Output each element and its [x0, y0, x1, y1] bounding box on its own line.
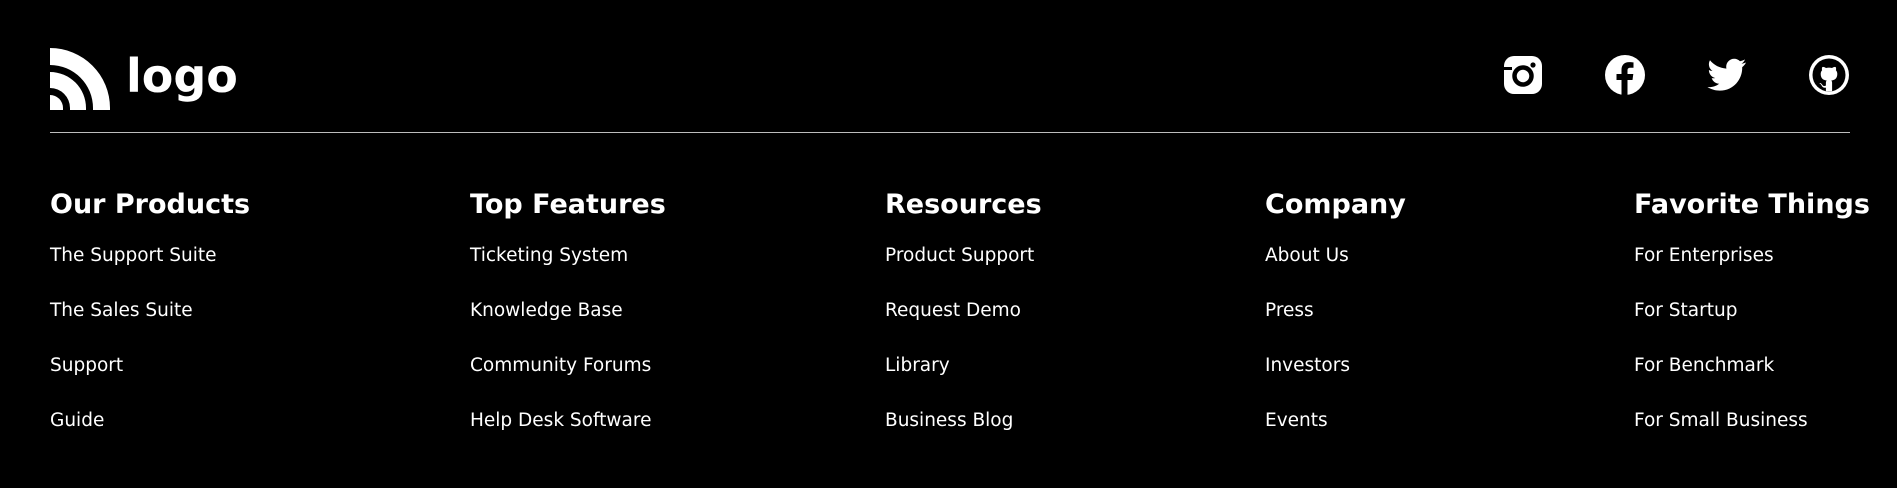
footer-link[interactable]: Support: [50, 355, 123, 376]
footer-link[interactable]: Product Support: [885, 245, 1034, 266]
link-list: The Support Suite The Sales Suite Suppor…: [50, 243, 250, 463]
link-list: Ticketing System Knowledge Base Communit…: [470, 243, 666, 463]
list-item: Help Desk Software: [470, 408, 666, 463]
column-our-products: Our Products The Support Suite The Sales…: [50, 186, 250, 463]
list-item: Support: [50, 353, 250, 408]
github-link[interactable]: [1808, 54, 1850, 96]
footer-link[interactable]: For Startup: [1634, 300, 1737, 321]
column-company: Company About Us Press Investors Events: [1265, 186, 1406, 463]
list-item: For Benchmark: [1634, 353, 1870, 408]
footer-link[interactable]: Events: [1265, 410, 1328, 431]
footer-link[interactable]: Request Demo: [885, 300, 1021, 321]
list-item: Knowledge Base: [470, 298, 666, 353]
site-footer: logo Our Products The Support Suite The …: [0, 0, 1897, 488]
list-item: For Startup: [1634, 298, 1870, 353]
column-title: Top Features: [470, 189, 666, 220]
column-top-features: Top Features Ticketing System Knowledge …: [470, 186, 666, 463]
link-list: About Us Press Investors Events: [1265, 243, 1406, 463]
list-item: Business Blog: [885, 408, 1042, 463]
footer-link[interactable]: For Enterprises: [1634, 245, 1774, 266]
twitter-link[interactable]: [1706, 54, 1748, 96]
logo-link[interactable]: logo: [50, 48, 238, 110]
logo-text: logo: [126, 49, 238, 103]
list-item: Library: [885, 353, 1042, 408]
column-title: Our Products: [50, 189, 251, 220]
list-item: Events: [1265, 408, 1406, 463]
footer-divider: [50, 132, 1850, 133]
column-favorite-things: Favorite Things For Enterprises For Star…: [1634, 186, 1870, 463]
footer-link[interactable]: The Support Suite: [50, 245, 217, 266]
link-list: Product Support Request Demo Library Bus…: [885, 243, 1042, 463]
footer-link[interactable]: Community Forums: [470, 355, 651, 376]
footer-link[interactable]: Investors: [1265, 355, 1350, 376]
footer-link[interactable]: For Benchmark: [1634, 355, 1774, 376]
footer-link[interactable]: Knowledge Base: [470, 300, 623, 321]
list-item: The Support Suite: [50, 243, 250, 298]
footer-link[interactable]: The Sales Suite: [50, 300, 193, 321]
footer-link[interactable]: About Us: [1265, 245, 1349, 266]
facebook-link[interactable]: [1604, 54, 1646, 96]
twitter-icon: [1707, 58, 1746, 91]
list-item: Guide: [50, 408, 250, 463]
footer-link[interactable]: Guide: [50, 410, 104, 431]
list-item: For Small Business: [1634, 408, 1870, 463]
footer-top-bar: logo: [50, 44, 1850, 110]
footer-link[interactable]: Press: [1265, 300, 1314, 321]
link-list: For Enterprises For Startup For Benchmar…: [1634, 243, 1870, 463]
social-links: [1502, 54, 1850, 96]
footer-link[interactable]: For Small Business: [1634, 410, 1808, 431]
list-item: Request Demo: [885, 298, 1042, 353]
list-item: Community Forums: [470, 353, 666, 408]
list-item: The Sales Suite: [50, 298, 250, 353]
instagram-link[interactable]: [1502, 54, 1544, 96]
footer-link[interactable]: Help Desk Software: [470, 410, 651, 431]
footer-link[interactable]: Business Blog: [885, 410, 1013, 431]
list-item: For Enterprises: [1634, 243, 1870, 298]
rss-logo-icon: [50, 48, 110, 110]
list-item: Product Support: [885, 243, 1042, 298]
list-item: Investors: [1265, 353, 1406, 408]
column-title: Company: [1265, 189, 1406, 220]
facebook-icon: [1605, 55, 1645, 95]
list-item: Ticketing System: [470, 243, 666, 298]
instagram-icon: [1504, 56, 1542, 94]
column-title: Favorite Things: [1634, 189, 1870, 220]
column-resources: Resources Product Support Request Demo L…: [885, 186, 1042, 463]
github-icon: [1809, 55, 1849, 95]
footer-link[interactable]: Library: [885, 355, 950, 376]
footer-link[interactable]: Ticketing System: [470, 245, 628, 266]
list-item: About Us: [1265, 243, 1406, 298]
column-title: Resources: [885, 189, 1042, 220]
list-item: Press: [1265, 298, 1406, 353]
